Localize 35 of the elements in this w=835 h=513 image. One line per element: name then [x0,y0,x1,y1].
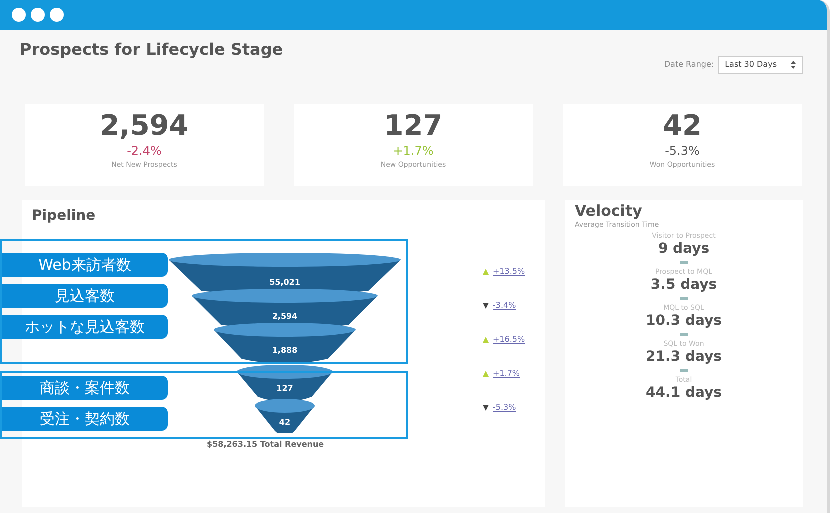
annotation-label: 見込客数 [2,284,168,308]
kpi-value: 2,594 [100,110,189,142]
annotation-label: 商談・案件数 [2,376,168,400]
annotation-label: 受注・契約数 [2,407,168,431]
funnel-segment: 1,888 [214,323,356,364]
stage-change-link[interactable]: -3.4% [493,300,516,312]
kpi-change: +1.7% [393,143,434,160]
stage-change-link[interactable]: +1.7% [493,368,520,380]
stage-change-link[interactable]: +13.5% [493,266,526,278]
pipeline-title: Pipeline [32,207,97,226]
step-value: 21.3 days [646,348,722,366]
funnel-segment: 42 [255,399,315,433]
step-value: 44.1 days [646,384,722,402]
step-value: 10.3 days [646,312,722,330]
total-revenue: $58,263.15 Total Revenue [207,439,326,451]
date-range-select[interactable]: Last 30 Days [718,56,803,74]
velocity-title: Velocity [575,202,644,220]
step-connector-icon [680,332,688,336]
kpi-value: 127 [384,110,443,142]
stage-change-link[interactable]: -5.3% [493,402,516,414]
annotation-label: ホットな見込客数 [2,315,168,339]
step-value: 3.5 days [650,276,718,294]
funnel-segment: 127 [237,365,333,402]
updown-icon [791,61,796,69]
step-connector-icon [680,368,688,372]
page-title: Prospects for Lifecycle Stage [20,39,284,61]
kpi-value: 42 [663,110,702,142]
annotation-label: Web来訪者数 [2,253,168,277]
step-value: 9 days [658,240,710,258]
step-connector-icon [680,296,688,300]
date-range-label: Date Range: [664,59,714,71]
kpi-change: -2.4% [127,143,162,160]
kpi-change: -5.3% [665,143,700,160]
step-connector-icon [680,260,688,264]
stage-change-link[interactable]: +16.5% [493,334,526,346]
